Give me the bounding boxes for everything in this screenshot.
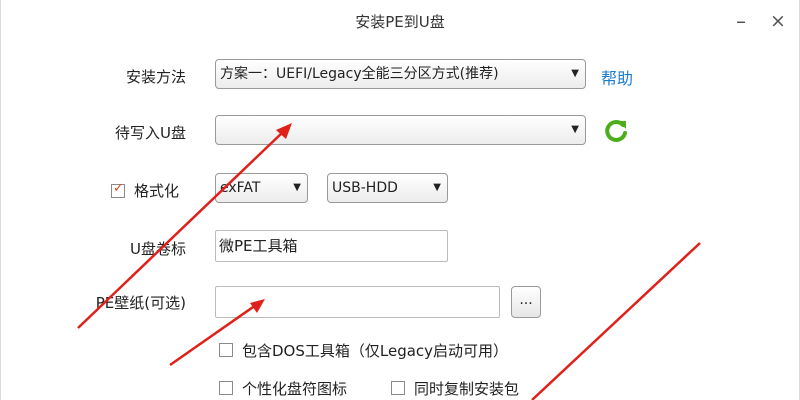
filesystem-select[interactable]: exFAT ▼	[215, 173, 308, 203]
wallpaper-input[interactable]	[215, 286, 500, 318]
target-disk-label: 待写入U盘	[115, 124, 186, 142]
refresh-icon[interactable]	[601, 116, 631, 146]
dos-tools-label: 包含DOS工具箱（仅Legacy启动可用）	[242, 342, 509, 360]
volume-label-input[interactable]: 微PE工具箱	[215, 230, 448, 262]
wallpaper-label: PE壁纸(可选)	[95, 294, 186, 312]
dropdown-arrow-icon: ▼	[293, 182, 301, 193]
install-pe-dialog: 安装PE到U盘 – × 安装方法 方案一：UEFI/Legacy全能三分区方式(…	[0, 0, 800, 400]
window-title: 安装PE到U盘	[355, 13, 445, 31]
format-label: 格式化	[134, 182, 180, 200]
install-method-value: 方案一：UEFI/Legacy全能三分区方式(推荐)	[220, 66, 499, 82]
minimize-button[interactable]: –	[726, 6, 756, 36]
usb-mode-select[interactable]: USB-HDD ▼	[327, 173, 448, 203]
format-checkbox[interactable]	[111, 181, 125, 198]
copy-package-label: 同时复制安装包	[414, 380, 520, 398]
copy-package-checkbox[interactable]	[391, 381, 405, 395]
dropdown-arrow-icon: ▼	[433, 182, 441, 193]
close-button[interactable]: ×	[763, 6, 793, 36]
custom-icon-checkbox[interactable]	[219, 381, 233, 395]
browse-button[interactable]: ...	[511, 286, 541, 318]
title-bar: 安装PE到U盘 – ×	[1, 0, 799, 42]
install-method-select[interactable]: 方案一：UEFI/Legacy全能三分区方式(推荐) ▼	[215, 59, 586, 89]
volume-label-label: U盘卷标	[130, 240, 186, 258]
dropdown-arrow-icon: ▼	[571, 68, 579, 79]
help-link[interactable]: 帮助	[601, 65, 633, 89]
target-disk-select[interactable]: ▼	[215, 115, 586, 145]
filesystem-value: exFAT	[220, 180, 261, 196]
dos-tools-checkbox[interactable]	[219, 343, 233, 357]
custom-icon-label: 个性化盘符图标	[242, 380, 348, 398]
usb-mode-value: USB-HDD	[332, 180, 398, 196]
dropdown-arrow-icon: ▼	[571, 124, 579, 135]
install-method-label: 安装方法	[125, 68, 186, 86]
